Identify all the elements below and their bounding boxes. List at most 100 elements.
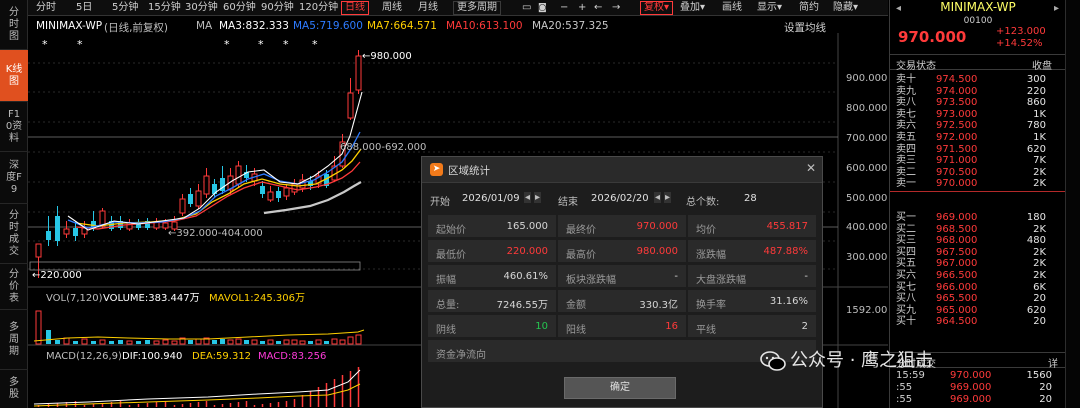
period-weekly[interactable]: 周线 bbox=[382, 1, 402, 15]
ask-row[interactable]: 卖四 971.500 620 bbox=[890, 144, 1066, 156]
tab-price-table[interactable]: 分价表 bbox=[0, 264, 28, 310]
ask-row[interactable]: 卖九 974.000 220 bbox=[890, 86, 1066, 98]
minus-icon[interactable]: − bbox=[560, 1, 568, 15]
volume-bar bbox=[227, 339, 234, 345]
bid-volume: 620 bbox=[1026, 304, 1046, 316]
ask-row[interactable]: 卖一 970.000 2K bbox=[890, 178, 1066, 190]
volume-bar bbox=[109, 341, 114, 344]
hide-label: 隐藏 bbox=[833, 2, 853, 13]
end-date[interactable]: 2026/02/20 bbox=[591, 193, 649, 204]
volume-bar bbox=[188, 340, 193, 344]
bid-price: 966.500 bbox=[936, 270, 978, 281]
tab-trades[interactable]: 分时成交 bbox=[0, 204, 28, 264]
volume-bar bbox=[91, 341, 96, 344]
period-daily[interactable]: 日线 bbox=[341, 1, 369, 15]
candle-body bbox=[347, 92, 354, 119]
restore-dropdown[interactable]: 复权▾ bbox=[640, 1, 674, 15]
end-next-icon[interactable]: ▸ bbox=[664, 192, 672, 203]
volume-bar bbox=[235, 338, 242, 345]
bid-row[interactable]: 买八 965.500 20 bbox=[890, 293, 1066, 305]
bid-level: 买三 bbox=[896, 235, 916, 247]
tab-depth[interactable]: 深度F9 bbox=[0, 152, 28, 204]
camera-icon[interactable]: ◙ bbox=[538, 1, 547, 15]
ask-row[interactable]: 卖六 972.500 780 bbox=[890, 120, 1066, 132]
draw-button[interactable]: 画线 bbox=[722, 1, 742, 15]
overlay-dropdown[interactable]: 叠加▾ bbox=[680, 1, 705, 15]
volume-bar bbox=[324, 341, 329, 344]
stat-cell: 起始价 165.000 bbox=[428, 215, 556, 237]
ask-row[interactable]: 卖十 974.500 300 bbox=[890, 74, 1066, 86]
ok-button[interactable]: 确定 bbox=[564, 377, 676, 399]
candle-body bbox=[203, 175, 210, 195]
period-monthly[interactable]: 月线 bbox=[418, 1, 438, 15]
ask-level: 卖三 bbox=[896, 155, 916, 167]
period-120min[interactable]: 120分钟 bbox=[299, 1, 338, 15]
end-prev-icon[interactable]: ◂ bbox=[654, 192, 662, 203]
stat-cell: 平线 2 bbox=[688, 315, 816, 337]
ask-row[interactable]: 卖三 971.000 7K bbox=[890, 155, 1066, 167]
period-15min[interactable]: 15分钟 bbox=[148, 1, 181, 15]
trade-row: :55 969.000 20 bbox=[890, 382, 1066, 394]
period-5day[interactable]: 5日 bbox=[76, 1, 92, 15]
vol-volume: VOLUME:383.447万 bbox=[103, 293, 200, 304]
bid-row[interactable]: 买五 967.000 2K bbox=[890, 258, 1066, 270]
ask-price: 972.500 bbox=[936, 120, 978, 132]
bid-row[interactable]: 买四 967.500 2K bbox=[890, 247, 1066, 259]
tab-f10[interactable]: F10资料 bbox=[0, 102, 28, 152]
trades-detail-button[interactable]: 详 bbox=[1048, 355, 1058, 370]
ask-row[interactable]: 卖八 973.500 860 bbox=[890, 97, 1066, 109]
period-5min[interactable]: 5分钟 bbox=[112, 1, 138, 15]
bid-level: 买二 bbox=[896, 223, 916, 235]
bid-row[interactable]: 买七 966.000 6K bbox=[890, 282, 1066, 294]
tab-multi-stock[interactable]: 多股 bbox=[0, 370, 28, 408]
ask-price: 971.500 bbox=[936, 143, 978, 155]
dialog-title: 区域统计 bbox=[448, 165, 490, 177]
stat-label: 最终价 bbox=[566, 225, 596, 236]
stat-label: 阳线 bbox=[566, 325, 586, 336]
simple-button[interactable]: 简约 bbox=[799, 1, 819, 15]
ask-level: 卖七 bbox=[896, 108, 916, 120]
close-icon[interactable]: ✕ bbox=[806, 161, 816, 175]
period-more[interactable]: 更多周期 bbox=[453, 1, 501, 15]
bid-volume: 20 bbox=[1033, 293, 1046, 305]
hide-dropdown[interactable]: 隐藏▾ bbox=[833, 1, 858, 15]
volume-bar bbox=[118, 340, 123, 344]
arrow-right-icon[interactable]: → bbox=[612, 1, 620, 15]
candle-body bbox=[235, 165, 242, 185]
bid-row[interactable]: 买九 965.000 620 bbox=[890, 305, 1066, 317]
stat-cell: 阳线 16 bbox=[558, 315, 686, 337]
bid-row[interactable]: 买三 968.000 480 bbox=[890, 235, 1066, 247]
tab-intraday[interactable]: 分时图 bbox=[0, 0, 28, 50]
screen-icon[interactable]: ▭ bbox=[522, 1, 531, 15]
stat-cell: 换手率 31.16% bbox=[688, 290, 816, 312]
bid-row[interactable]: 买六 966.500 2K bbox=[890, 270, 1066, 282]
volume-bar bbox=[136, 341, 141, 344]
bid-level: 买八 bbox=[896, 293, 916, 305]
start-date[interactable]: 2026/01/09 bbox=[462, 193, 520, 204]
start-next-icon[interactable]: ▸ bbox=[534, 192, 542, 203]
period-30min[interactable]: 30分钟 bbox=[185, 1, 218, 15]
bid-volume: 6K bbox=[1033, 281, 1046, 293]
ask-row[interactable]: 卖七 973.000 1K bbox=[890, 109, 1066, 121]
ask-level: 卖五 bbox=[896, 132, 916, 143]
volume-bar bbox=[73, 341, 78, 344]
ask-row[interactable]: 卖五 972.000 1K bbox=[890, 132, 1066, 144]
overlay-label: 叠加 bbox=[680, 2, 700, 13]
stat-value: 2 bbox=[801, 321, 808, 332]
period-60min[interactable]: 60分钟 bbox=[223, 1, 256, 15]
tab-multi-period[interactable]: 多周期 bbox=[0, 310, 28, 370]
bid-row[interactable]: 买二 968.500 2K bbox=[890, 224, 1066, 236]
ask-row[interactable]: 卖二 970.500 2K bbox=[890, 167, 1066, 179]
tab-kline[interactable]: K线图 bbox=[0, 50, 28, 102]
period-90min[interactable]: 90分钟 bbox=[261, 1, 294, 15]
period-intraday[interactable]: 分时 bbox=[36, 1, 56, 15]
trade-price: 970.000 bbox=[950, 370, 992, 381]
display-dropdown[interactable]: 显示▾ bbox=[757, 1, 782, 15]
volume-bar bbox=[251, 339, 258, 345]
bid-row[interactable]: 买十 964.500 20 bbox=[890, 316, 1066, 328]
bid-volume: 20 bbox=[1033, 316, 1046, 328]
plus-icon[interactable]: + bbox=[578, 1, 586, 15]
arrow-left-icon[interactable]: ← bbox=[594, 1, 602, 15]
start-prev-icon[interactable]: ◂ bbox=[524, 192, 532, 203]
bid-row[interactable]: 买一 969.000 180 bbox=[890, 212, 1066, 224]
